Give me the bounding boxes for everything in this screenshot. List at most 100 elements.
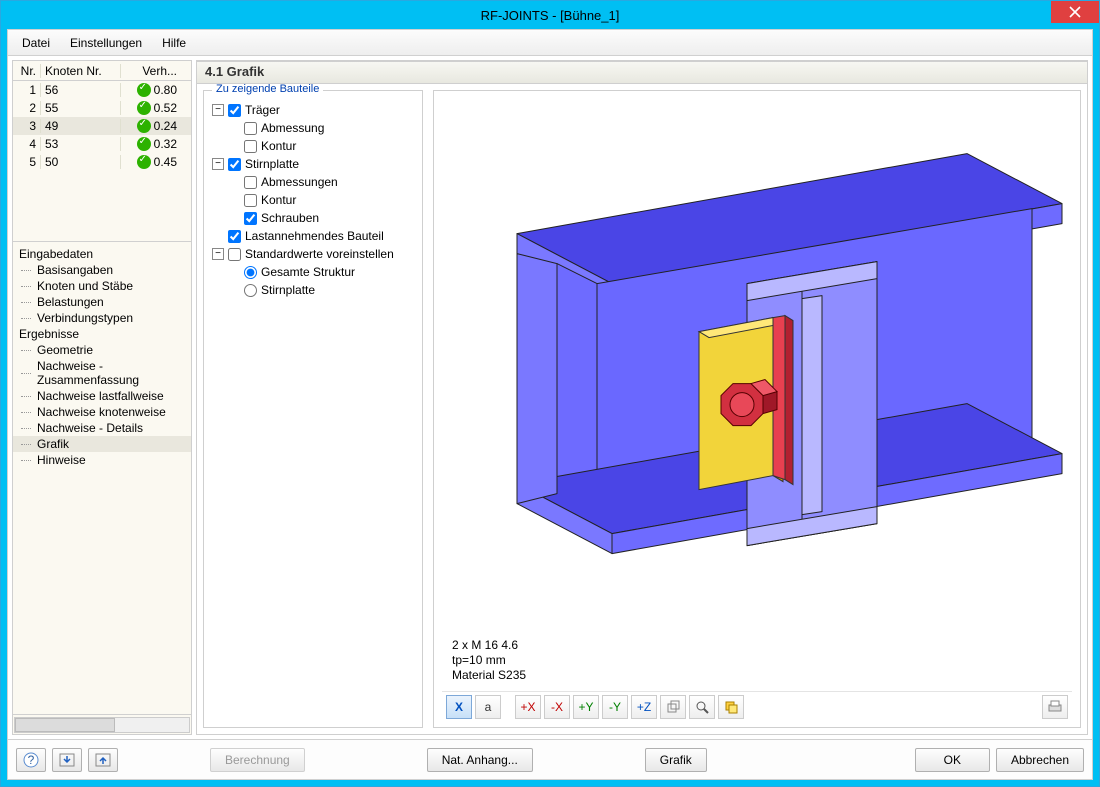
table-row[interactable]: 2550.52 — [13, 99, 191, 117]
nav-item[interactable]: Grafik — [13, 436, 191, 452]
print-button[interactable] — [1042, 695, 1068, 719]
cancel-button[interactable]: Abbrechen — [996, 748, 1084, 772]
lbl-lastannehm: Lastannehmendes Bauteil — [245, 229, 384, 243]
viewer-info: 2 x M 16 4.6 tp=10 mm Material S235 — [452, 638, 526, 683]
nav-section: Eingabedaten — [13, 246, 191, 262]
nav-tree: EingabedatenBasisangabenKnoten und Stäbe… — [13, 241, 191, 714]
cell-verh: 0.24 — [121, 119, 181, 134]
view-minus-y-button[interactable]: -Y — [602, 695, 628, 719]
app-window: RF-JOINTS - [Bühne_1] Datei Einstellunge… — [0, 0, 1100, 787]
th-nr[interactable]: Nr. — [13, 64, 41, 78]
close-icon — [1069, 6, 1081, 18]
lbl-stirnplatte: Stirnplatte — [245, 157, 299, 171]
chk-schrauben[interactable] — [244, 212, 257, 225]
left-panel: Nr. Knoten Nr. Verh... 1560.802550.52349… — [12, 60, 192, 735]
svg-text:?: ? — [28, 753, 35, 767]
view-plus-z-button[interactable]: +Z — [631, 695, 657, 719]
nav-item[interactable]: Nachweise - Zusammenfassung — [13, 358, 191, 388]
nav-item[interactable]: Verbindungstypen — [13, 310, 191, 326]
lbl-kontur2: Kontur — [261, 193, 296, 207]
panel-body: Zu zeigende Bauteile −Träger Abmessung K… — [196, 83, 1088, 735]
view-plus-y-button[interactable]: +Y — [573, 695, 599, 719]
th-verh[interactable]: Verh... — [121, 64, 181, 78]
hscroll[interactable] — [13, 714, 191, 734]
check-icon — [137, 101, 151, 115]
table-header: Nr. Knoten Nr. Verh... — [13, 61, 191, 81]
viewer-group: 2 x M 16 4.6 tp=10 mm Material S235 X a … — [433, 90, 1081, 728]
table-row[interactable]: 5500.45 — [13, 153, 191, 171]
panel-title: 4.1 Grafik — [196, 61, 1088, 83]
help-icon: ? — [23, 752, 39, 768]
calc-button[interactable]: Berechnung — [210, 748, 305, 772]
cell-knoten: 55 — [41, 101, 121, 115]
cell-nr: 3 — [13, 119, 41, 133]
lbl-stirnplatte-r: Stirnplatte — [261, 283, 315, 297]
view-iso-button[interactable] — [660, 695, 686, 719]
grafik-button[interactable]: Grafik — [645, 748, 707, 772]
chk-abmessung[interactable] — [244, 122, 257, 135]
radio-stirnplatte[interactable] — [244, 284, 257, 297]
import-icon — [59, 753, 75, 767]
info-line: tp=10 mm — [452, 653, 526, 668]
view-plus-x-button[interactable]: +X — [515, 695, 541, 719]
chk-traeger[interactable] — [228, 104, 241, 117]
help-button[interactable]: ? — [16, 748, 46, 772]
expander-icon[interactable]: − — [212, 104, 224, 116]
export-button[interactable] — [88, 748, 118, 772]
ok-button[interactable]: OK — [915, 748, 990, 772]
chk-kontur2[interactable] — [244, 194, 257, 207]
chk-lastannehmend[interactable] — [228, 230, 241, 243]
lbl-standardwerte: Standardwerte voreinstellen — [245, 247, 394, 261]
chk-abmessungen[interactable] — [244, 176, 257, 189]
nav-item[interactable]: Hinweise — [13, 452, 191, 468]
chk-stirnplatte[interactable] — [228, 158, 241, 171]
workarea: Nr. Knoten Nr. Verh... 1560.802550.52349… — [8, 56, 1092, 739]
group-legend: Zu zeigende Bauteile — [212, 83, 323, 95]
th-knoten[interactable]: Knoten Nr. — [41, 64, 121, 78]
table-row[interactable]: 4530.32 — [13, 135, 191, 153]
expander-icon[interactable]: − — [212, 158, 224, 170]
nav-item[interactable]: Geometrie — [13, 342, 191, 358]
nat-anhang-button[interactable]: Nat. Anhang... — [427, 748, 533, 772]
cell-knoten: 49 — [41, 119, 121, 133]
chk-kontur[interactable] — [244, 140, 257, 153]
expander-icon[interactable]: − — [212, 248, 224, 260]
cell-verh: 0.52 — [121, 101, 181, 116]
view-copy-button[interactable] — [718, 695, 744, 719]
menubar: Datei Einstellungen Hilfe — [8, 30, 1092, 56]
cell-nr: 1 — [13, 83, 41, 97]
viewport-3d[interactable]: 2 x M 16 4.6 tp=10 mm Material S235 — [442, 101, 1072, 691]
nav-item[interactable]: Nachweise - Details — [13, 420, 191, 436]
lbl-abmessung: Abmessung — [261, 121, 324, 135]
cell-knoten: 50 — [41, 155, 121, 169]
viewer-toolbar: X a +X -X +Y -Y +Z — [442, 691, 1072, 721]
view-zoom-button[interactable] — [689, 695, 715, 719]
nav-section: Ergebnisse — [13, 326, 191, 342]
components-tree: −Träger Abmessung Kontur −Stirnplatte Ab… — [212, 101, 414, 299]
check-icon — [137, 119, 151, 133]
beam-model-icon — [447, 114, 1067, 637]
menu-help[interactable]: Hilfe — [154, 34, 194, 52]
table-row[interactable]: 3490.24 — [13, 117, 191, 135]
view-minus-x-button[interactable]: -X — [544, 695, 570, 719]
table-row[interactable]: 1560.80 — [13, 81, 191, 99]
components-group: Zu zeigende Bauteile −Träger Abmessung K… — [203, 90, 423, 728]
nav-item[interactable]: Knoten und Stäbe — [13, 278, 191, 294]
check-icon — [137, 155, 151, 169]
nav-item[interactable]: Nachweise lastfallweise — [13, 388, 191, 404]
chk-standardwerte[interactable] — [228, 248, 241, 261]
lbl-abmessungen: Abmessungen — [261, 175, 338, 189]
nav-item[interactable]: Belastungen — [13, 294, 191, 310]
menu-file[interactable]: Datei — [14, 34, 58, 52]
radio-gesamte[interactable] — [244, 266, 257, 279]
nav-item[interactable]: Nachweise knotenweise — [13, 404, 191, 420]
close-button[interactable] — [1051, 1, 1099, 23]
cell-nr: 2 — [13, 101, 41, 115]
view-x-button[interactable]: X — [446, 695, 472, 719]
view-a-button[interactable]: a — [475, 695, 501, 719]
nav-item[interactable]: Basisangaben — [13, 262, 191, 278]
menu-settings[interactable]: Einstellungen — [62, 34, 150, 52]
import-button[interactable] — [52, 748, 82, 772]
cell-verh: 0.45 — [121, 155, 181, 170]
lbl-schrauben: Schrauben — [261, 211, 319, 225]
